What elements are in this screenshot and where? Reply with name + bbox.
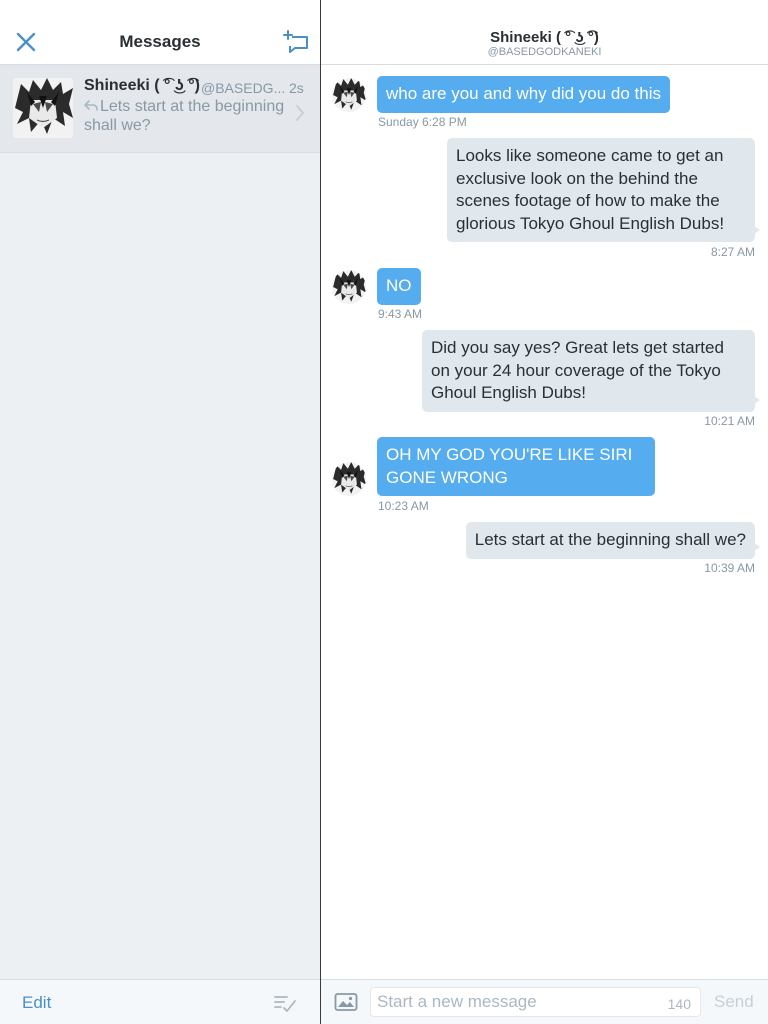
message-bubble-outgoing[interactable]: Did you say yes? Great lets get started … [422,330,760,412]
avatar[interactable] [332,270,366,304]
sidebar-footer: Edit [0,979,320,1024]
mark-all-read-button[interactable] [273,991,297,1015]
conversation-handle: @BASEDG... [201,80,286,96]
message-timestamp: 8:27 AM [710,245,755,259]
chat-handle: @BASEDGODKANEKI [487,46,602,58]
message-bubble-incoming[interactable]: NO [377,268,421,305]
message-composer: 140 Send [321,979,768,1024]
compose-message-button[interactable] [283,28,311,56]
message-timestamp: 9:43 AM [378,307,423,321]
avatar[interactable] [332,462,366,496]
photo-icon [334,993,358,1011]
message-bubble-incoming[interactable]: OH MY GOD YOU'RE LIKE SIRI GONE WRONG [377,437,655,496]
edit-button[interactable]: Edit [22,993,51,1013]
reply-arrow-icon [84,100,98,111]
conversation-row[interactable]: Shineeki ( ͡° ͜ʖ ͡°) @BASEDG... 2s Lets … [0,65,320,153]
avatar [13,78,73,138]
send-button[interactable]: Send [714,992,754,1012]
chat-title: Shineeki ( ͡° ͜ʖ ͡°) [490,29,599,46]
conversation-preview: Lets start at the beginning shall we? [84,97,294,135]
avatar[interactable] [332,78,366,112]
chat-header: Shineeki ( ͡° ͜ʖ ͡°) @BASEDGODKANEKI [321,0,768,65]
conversation-time: 2s [289,80,304,96]
message-bubble-outgoing[interactable]: Looks like someone came to get an exclus… [447,138,760,242]
message-timestamp: 10:21 AM [704,414,755,428]
sidebar-header: Messages [0,0,320,65]
chevron-right-icon [296,105,304,121]
character-count: 140 [667,996,691,1012]
conversation-name: Shineeki ( ͡° ͜ʖ ͡°) [84,77,200,94]
message-timestamp: 10:39 AM [704,561,755,575]
conversation-preview-text: Lets start at the beginning shall we? [84,98,285,134]
conversation-list-pane: Messages Shineeki ( ͡° ͜ʖ ͡°) @BASEDG...… [0,0,320,1024]
add-photo-button[interactable] [334,992,358,1012]
message-timestamp: 10:23 AM [378,499,429,513]
message-bubble-outgoing[interactable]: Lets start at the beginning shall we? [465,522,761,559]
mark-all-read-icon [274,996,296,1012]
sidebar-title: Messages [119,32,201,51]
compose-message-icon [283,30,308,53]
message-timestamp: Sunday 6:28 PM [378,115,467,129]
message-input-box: 140 [370,987,701,1017]
chat-pane: Shineeki ( ͡° ͜ʖ ͡°) @BASEDGODKANEKI who… [321,0,768,1024]
message-input[interactable] [377,988,657,1016]
message-bubble-incoming[interactable]: who are you and why did you do this [377,76,671,113]
